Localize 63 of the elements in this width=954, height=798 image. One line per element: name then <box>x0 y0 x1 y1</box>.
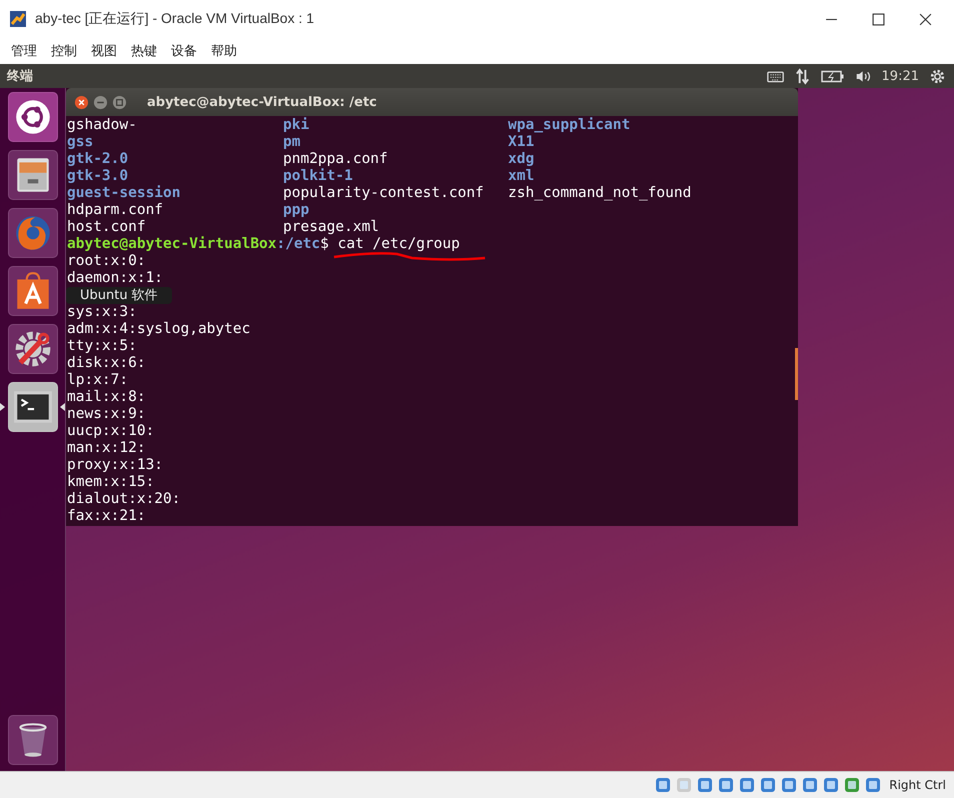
menu-item[interactable]: 视图 <box>89 42 119 60</box>
file-name: pnm2ppa.conf <box>283 151 389 168</box>
menu-item[interactable]: 控制 <box>49 42 79 60</box>
shopping-bag-icon[interactable] <box>8 266 58 316</box>
directory-name: xml <box>508 168 534 185</box>
terminal-title: abytec@abytec-VirtualBox: /etc <box>147 94 377 110</box>
clock[interactable]: 19:21 <box>882 68 919 84</box>
tooltip: Ubuntu 软件 <box>66 287 172 304</box>
directory-name: xdg <box>508 151 534 168</box>
menu-item[interactable]: 帮助 <box>209 42 239 60</box>
file-cabinet-icon[interactable] <box>8 150 58 200</box>
power-gear-icon[interactable] <box>929 68 946 84</box>
close-icon[interactable] <box>919 12 932 26</box>
directory-name: gtk-3.0 <box>67 168 130 185</box>
file-name: hdparm.conf <box>67 202 164 219</box>
file-name: popularity-contest.conf <box>283 185 485 202</box>
scrollbar[interactable] <box>795 348 798 400</box>
prompt-user: abytec@abytec-VirtualBox <box>67 236 277 253</box>
output-line: dialout:x:20: <box>67 491 180 508</box>
output-line: man:x:12: <box>67 440 146 457</box>
prompt-path: :/etc <box>276 236 320 253</box>
directory-name: gtk-2.0 <box>67 151 130 168</box>
directory-name: pki <box>283 117 310 134</box>
output-line: sys:x:3: <box>67 304 137 321</box>
host-key-label: Right Ctrl <box>889 778 946 792</box>
app-icon <box>9 10 27 28</box>
directory-name: ppp <box>283 202 310 219</box>
output-line: news:x:9: <box>67 406 146 423</box>
file-name: zsh_command_not_found <box>508 185 692 202</box>
dash-icon[interactable] <box>8 92 58 142</box>
directory-name: pm <box>283 134 302 151</box>
output-line: daemon:x:1: <box>67 270 164 287</box>
file-name: presage.xml <box>283 219 380 236</box>
file-name: host.conf <box>67 219 147 236</box>
network-arrows-icon[interactable] <box>794 68 811 84</box>
maximize-icon[interactable] <box>872 12 885 26</box>
command: $ cat /etc/group <box>320 236 460 253</box>
app-name: 终端 <box>7 68 33 85</box>
directory-name: polkit-1 <box>283 168 354 185</box>
output-line: proxy:x:13: <box>67 457 164 474</box>
window-title: aby-tec [正在运行] - Oracle VM VirtualBox : 1 <box>35 10 314 28</box>
output-line: lp:x:7: <box>67 372 128 389</box>
output-line: tty:x:5: <box>67 338 137 355</box>
directory-name: X11 <box>508 134 534 151</box>
browser-icon[interactable] <box>8 208 58 258</box>
menu-item[interactable]: 热键 <box>129 42 159 60</box>
directory-name: guest-session <box>67 185 182 202</box>
output-line: uucp:x:10: <box>67 423 154 440</box>
directory-name: gss <box>67 134 94 151</box>
menu-item[interactable]: 设备 <box>169 42 199 60</box>
output-line: mail:x:8: <box>67 389 146 406</box>
output-line: root:x:0: <box>67 253 146 270</box>
close-icon[interactable] <box>74 94 89 110</box>
terminal-icon[interactable] <box>8 382 58 432</box>
file-name: gshadow- <box>67 117 138 134</box>
output-line: adm:x:4:syslog,abytec <box>67 321 250 338</box>
output-line: disk:x:6: <box>67 355 146 372</box>
directory-name: wpa_supplicant <box>508 117 630 134</box>
trash-icon[interactable] <box>8 715 58 765</box>
output-line: kmem:x:15: <box>67 474 154 491</box>
settings-icon[interactable] <box>8 324 58 374</box>
menu-item[interactable]: 管理 <box>9 42 39 60</box>
output-line: fax:x:21: <box>67 508 146 525</box>
